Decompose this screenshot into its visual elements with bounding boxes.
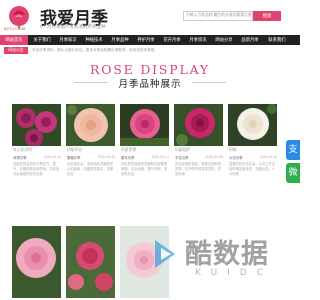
card-date: 2020-04-15	[97, 155, 115, 159]
card-description: 这款在是当前的月季花开，香气，花瓣的颜色和质地，花型及花朵紧密的形态优美	[13, 162, 60, 177]
card-title[interactable]: 阿芙罗黛	[121, 148, 136, 153]
search-button[interactable]: 搜索	[253, 11, 281, 21]
alipay-icon: 支	[288, 145, 298, 155]
nav-item-contact[interactable]: 联系我们	[264, 35, 290, 45]
watermark-logo-icon	[155, 240, 175, 268]
watermark: 酷数据 KUIDC	[147, 232, 287, 294]
wechat-icon: 微	[288, 168, 298, 178]
rose-photo[interactable]	[120, 104, 169, 146]
rose-photo[interactable]	[12, 226, 61, 298]
card-title[interactable]: 伊丽莎白	[67, 148, 82, 153]
announcement-bar: 网站公告 本站月季资料，图片大部分来自，更多月季品种展示请登录，欢迎您前来参观。	[0, 47, 300, 54]
banner-title-en: ROSE DISPLAY	[90, 62, 210, 77]
rose-card[interactable]: 阿芙罗黛 藤本月季 2020-04-17 阿芙罗黛品种的花瓣和花型都很美丽，花朵优…	[120, 104, 169, 216]
rose-photo[interactable]	[66, 104, 115, 146]
nav-item-share[interactable]: 网站分享	[212, 35, 236, 45]
rose-photo[interactable]	[66, 226, 115, 298]
rose-card[interactable]: 年己花开时 凉薄月季 2020-04-16 这款在是当前的月季花开，香气，花瓣的颜…	[12, 104, 61, 216]
nav-item-new[interactable]: 品新月季	[238, 35, 262, 45]
card-date: 2020-04-17	[151, 155, 169, 159]
card-category[interactable]: 藤本月季	[121, 155, 135, 160]
rose-card[interactable]: 伊丽莎白 蔷薇月季 2020-04-15 在前面花朵，浅粉色的花瓣和花心的最美，花…	[66, 104, 115, 216]
card-date: 2020-04-15	[259, 155, 277, 159]
card-category[interactable]: 凉薄月季	[13, 155, 27, 160]
nav-item-about[interactable]: 关于我们	[30, 35, 54, 45]
side-wechat-button[interactable]: 微	[286, 163, 300, 183]
announcement-tag: 网站公告	[4, 47, 28, 54]
card-date: 2020-04-16	[43, 155, 61, 159]
main-nav: 网站首页 关于我们 月季知识 种植技术 月季品种 养护月季 花卉月季 月季资讯 …	[0, 35, 300, 45]
nav-item-home[interactable]: 网站首页	[0, 35, 28, 45]
card-title[interactable]: 阿咪	[229, 148, 237, 153]
rose-photo[interactable]	[228, 104, 277, 146]
nav-item-flowers[interactable]: 花卉月季	[160, 35, 184, 45]
card-description: 在前面花朵，浅粉色的花瓣和花心的最美，花瓣质感厚实，花期较长	[67, 162, 114, 177]
watermark-subtext: KUIDC	[195, 268, 274, 278]
banner-divider-right	[192, 82, 226, 83]
nav-item-care[interactable]: 养护月季	[134, 35, 158, 45]
logo-domain: 52YJ.COM	[4, 26, 26, 31]
rose-photo[interactable]	[12, 104, 61, 146]
watermark-text: 酷数据	[185, 239, 269, 270]
site-slogan: 5个月月季图片及高清的月季品种	[40, 24, 106, 29]
card-date: 2020-04-05	[205, 155, 223, 159]
nav-item-varieties[interactable]: 月季品种	[108, 35, 132, 45]
rose-card[interactable]: 阿咪 大花月季 2020-04-15 温暖的乳白色花朵，从花心开出的时候是最美的，…	[228, 104, 277, 216]
nav-item-planting[interactable]: 种植技术	[82, 35, 106, 45]
banner-title-cn: 月季品种展示	[118, 79, 182, 90]
announcement-text: 本站月季资料，图片大部分来自，更多月季品种展示请登录，欢迎您前来参观。	[32, 48, 158, 52]
rose-photo[interactable]	[174, 104, 223, 146]
card-category[interactable]: 大花月季	[229, 155, 243, 160]
card-category[interactable]: 蔷薇月季	[67, 155, 81, 160]
card-description: 温暖的乳白色花朵，从花心开出的时候是最美的，花瓣较多，十分优雅	[229, 162, 276, 177]
rose-card[interactable]: 玛丽娅萨 丰花月季 2020-04-05 花朵是深粉色的，有着丝绒般的质感，花开的…	[174, 104, 223, 216]
card-category[interactable]: 丰花月季	[175, 155, 189, 160]
card-title[interactable]: 玛丽娅萨	[175, 148, 190, 153]
card-description: 花朵是深粉色的，有着丝绒般的质感，花开的时候非常漂亮，花型饱满	[175, 162, 222, 177]
search-input[interactable]: 不输入月季品种,最后的关键词搜索后查询	[183, 11, 253, 21]
side-alipay-button[interactable]: 支	[286, 140, 300, 160]
site-header: 52YJ.COM 我爱月季 5个月月季图片及高清的月季品种 不输入月季品种,最后…	[0, 0, 300, 34]
nav-item-knowledge[interactable]: 月季知识	[56, 35, 80, 45]
card-description: 阿芙罗黛品种的花瓣和花型都很美丽，花朵优雅，香气浓郁，非常受欢迎	[121, 162, 168, 177]
card-title[interactable]: 年己花开时	[13, 148, 32, 153]
nav-item-news[interactable]: 月季资讯	[186, 35, 210, 45]
